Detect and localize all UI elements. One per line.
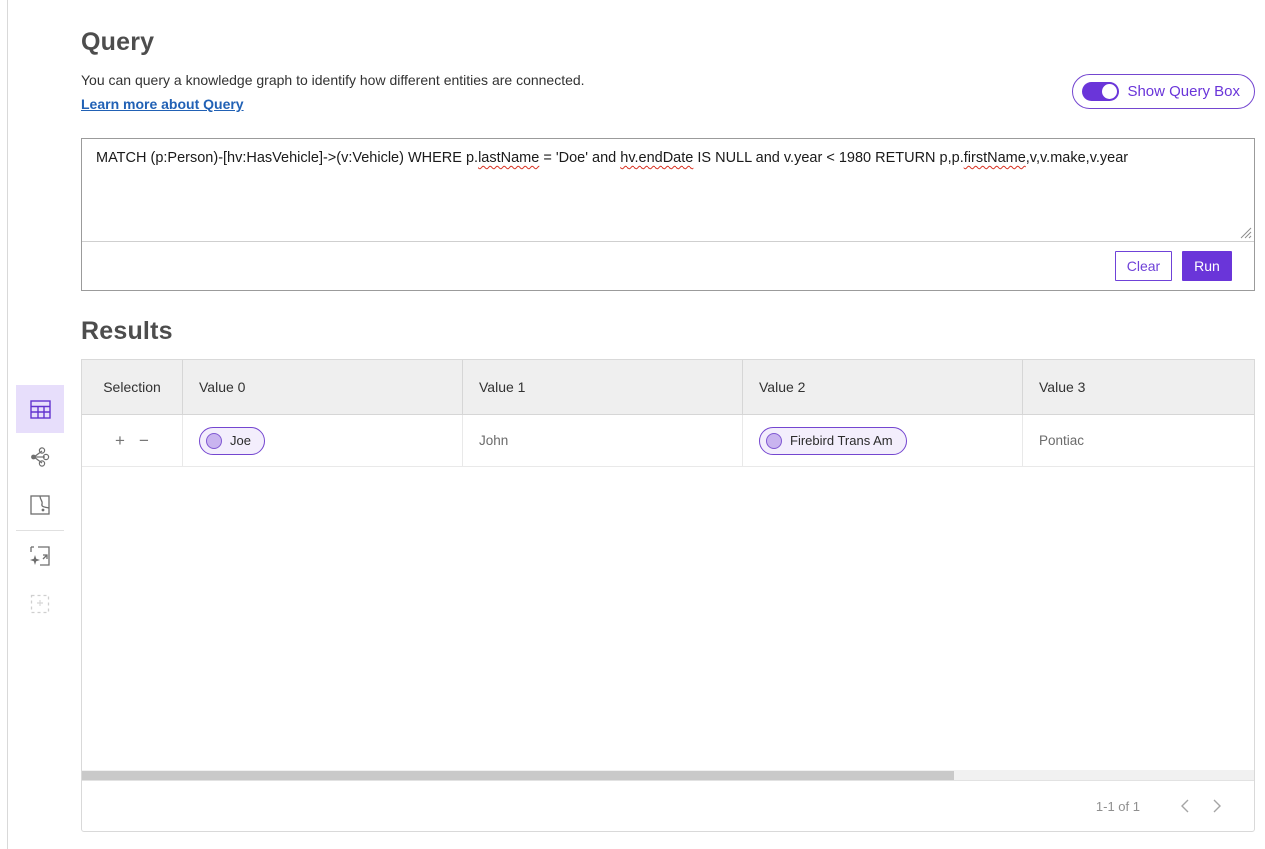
chevron-right-icon xyxy=(1213,799,1222,813)
table-header-row: Selection Value 0 Value 1 Value 2 Value … xyxy=(82,360,1254,415)
toggle-knob xyxy=(1102,84,1117,99)
link-chart-icon xyxy=(29,446,51,468)
learn-more-link[interactable]: Learn more about Query xyxy=(81,96,244,112)
map-icon xyxy=(30,495,50,515)
panel-edge-divider xyxy=(7,0,8,849)
sidebar-item-link-chart-view[interactable] xyxy=(16,433,64,481)
table-empty-area xyxy=(82,467,1254,770)
column-header-selection: Selection xyxy=(82,360,183,414)
value0-cell: Joe xyxy=(183,415,463,466)
query-input[interactable]: MATCH (p:Person)-[hv:HasVehicle]->(v:Veh… xyxy=(82,139,1254,242)
entity-chip-person[interactable]: Joe xyxy=(199,427,265,455)
column-header-value0: Value 0 xyxy=(183,360,463,414)
results-table: Selection Value 0 Value 1 Value 2 Value … xyxy=(81,359,1255,832)
value2-cell: Firebird Trans Am xyxy=(743,415,1023,466)
column-header-value2: Value 2 xyxy=(743,360,1023,414)
table-icon xyxy=(30,400,51,419)
remove-from-selection-button[interactable]: − xyxy=(132,432,156,449)
column-header-value1: Value 1 xyxy=(463,360,743,414)
page-title: Query xyxy=(81,28,154,57)
value1-cell: John xyxy=(463,415,743,466)
show-query-box-label: Show Query Box xyxy=(1127,83,1240,100)
entity-icon xyxy=(766,433,782,449)
sidebar-item-map-view[interactable] xyxy=(16,481,64,529)
results-view-toolbar xyxy=(16,385,64,628)
clear-button[interactable]: Clear xyxy=(1115,251,1172,281)
results-title: Results xyxy=(81,317,173,346)
previous-page-button[interactable] xyxy=(1168,799,1201,813)
table-row: + − Joe John Firebird Trans Am Pontiac xyxy=(82,415,1254,467)
add-to-selection-button[interactable]: + xyxy=(108,432,132,449)
new-map-icon xyxy=(30,546,50,566)
column-header-value3: Value 3 xyxy=(1023,360,1254,414)
entity-icon xyxy=(206,433,222,449)
next-page-button[interactable] xyxy=(1201,799,1234,813)
table-footer: 1-1 of 1 xyxy=(82,780,1254,831)
horizontal-scrollbar-track xyxy=(82,770,1254,780)
entity-chip-vehicle[interactable]: Firebird Trans Am xyxy=(759,427,907,455)
resize-handle-icon[interactable] xyxy=(1239,226,1252,239)
value3-cell: Pontiac xyxy=(1023,415,1254,466)
toggle-switch-icon[interactable] xyxy=(1082,82,1119,101)
sparkle xyxy=(30,555,40,565)
horizontal-scrollbar-thumb[interactable] xyxy=(82,771,954,780)
sidebar-item-table-view[interactable] xyxy=(16,385,64,433)
entity-chip-label: Joe xyxy=(230,433,251,448)
query-actions-bar: Clear Run xyxy=(82,242,1254,290)
show-query-box-toggle[interactable]: Show Query Box xyxy=(1072,74,1255,109)
query-box: MATCH (p:Person)-[hv:HasVehicle]->(v:Veh… xyxy=(81,138,1255,291)
page-description: You can query a knowledge graph to ident… xyxy=(81,72,585,88)
sidebar-item-selection-extent[interactable] xyxy=(16,580,64,628)
toolbar-divider xyxy=(16,530,64,531)
dashed-selection-icon xyxy=(30,594,50,614)
chevron-left-icon xyxy=(1180,799,1189,813)
run-button[interactable]: Run xyxy=(1182,251,1232,281)
selection-cell: + − xyxy=(82,415,183,466)
entity-chip-label: Firebird Trans Am xyxy=(790,433,893,448)
pagination-range: 1-1 of 1 xyxy=(1096,799,1140,814)
query-text: MATCH (p:Person)-[hv:HasVehicle]->(v:Veh… xyxy=(96,150,1128,166)
sidebar-item-new-map[interactable] xyxy=(16,532,64,580)
